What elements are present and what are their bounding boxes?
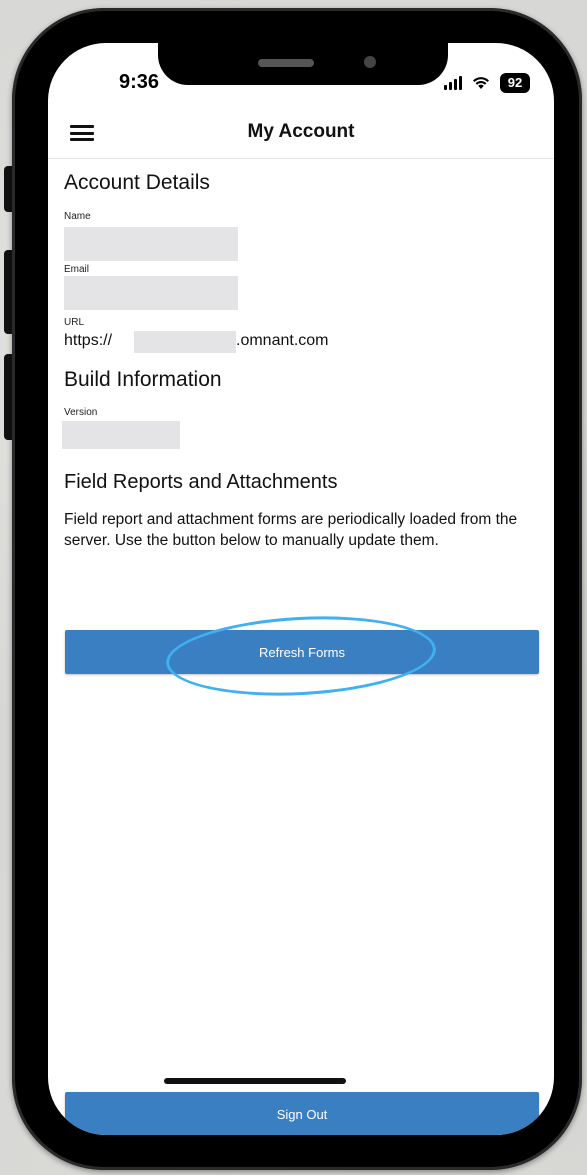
refresh-forms-button[interactable]: Refresh Forms [65, 630, 539, 674]
sign-out-button[interactable]: Sign Out [65, 1092, 539, 1135]
page-title: My Account [247, 121, 355, 142]
name-value-redacted [64, 227, 238, 261]
name-label: Name [64, 211, 91, 222]
notch [158, 37, 448, 85]
status-icons: 92 [444, 73, 530, 93]
url-prefix: https:// [64, 332, 113, 349]
wifi-icon [472, 76, 490, 90]
signal-icon [444, 76, 462, 90]
version-label: Version [64, 407, 98, 418]
home-indicator [164, 1078, 346, 1084]
nav-bar: My Account [48, 101, 554, 159]
camera [364, 56, 376, 68]
url-subdomain-redacted [134, 331, 236, 353]
email-value-redacted [64, 276, 238, 310]
field-reports-description: Field report and attachment forms are pe… [64, 511, 518, 549]
status-time: 9:36 [119, 71, 160, 93]
url-label: URL [64, 317, 85, 328]
email-label: Email [64, 264, 90, 275]
speaker [258, 59, 314, 67]
version-value-redacted [62, 421, 180, 449]
content: Account Details Name Email URL https:// … [48, 159, 554, 1135]
build-information-heading: Build Information [64, 368, 222, 391]
field-reports-heading: Field Reports and Attachments [64, 471, 338, 493]
url-suffix: .omnant.com [236, 332, 329, 349]
battery-icon: 92 [500, 73, 530, 93]
screen: 9:36 92 My Account Account Details Name … [48, 43, 554, 1135]
account-details-heading: Account Details [64, 171, 210, 194]
